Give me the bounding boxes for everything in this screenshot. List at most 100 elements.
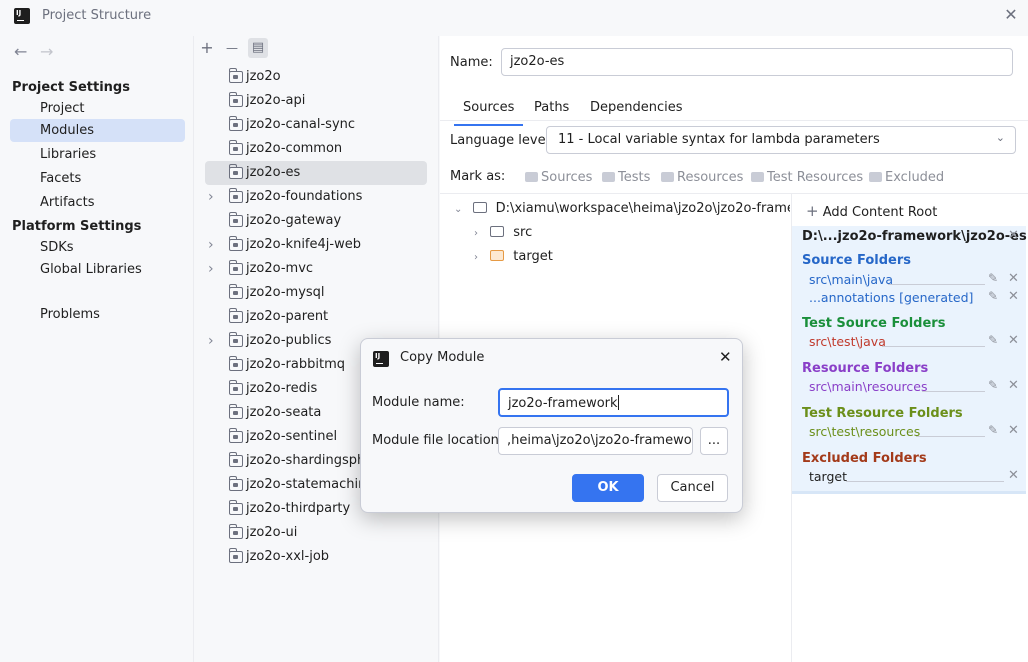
sidebar-item-libraries[interactable]: Libraries: [10, 143, 185, 166]
title-bar: IJ Project Structure ✕: [0, 0, 1028, 32]
language-level-value: 11 - Local variable syntax for lambda pa…: [558, 132, 880, 147]
module-item[interactable]: jzo2o-canal-sync: [205, 113, 427, 137]
mark-tests-button[interactable]: Tests: [602, 170, 650, 185]
tree-row-target[interactable]: › target: [474, 246, 553, 268]
module-item[interactable]: jzo2o-es: [205, 161, 427, 185]
module-item[interactable]: jzo2o-ui: [205, 521, 427, 545]
content-root-path: D:\...jzo2o-framework\jzo2o-es: [802, 229, 1027, 244]
window-title: Project Structure: [42, 8, 152, 23]
chevron-right-icon[interactable]: ›: [208, 329, 214, 353]
module-item[interactable]: jzo2o: [205, 65, 427, 89]
edit-pencil-icon[interactable]: ✎: [988, 271, 998, 285]
mark-test-resources-button[interactable]: Test Resources: [751, 170, 863, 185]
test-source-folder-path: src\test\java: [809, 334, 886, 349]
test-resource-folder-path: src\test\resources: [809, 424, 921, 439]
remove-folder-icon[interactable]: ✕: [1008, 289, 1019, 304]
tree-row-src[interactable]: › src: [474, 222, 532, 244]
module-item-label: jzo2o-shardingsphe: [246, 453, 374, 468]
edit-pencil-icon[interactable]: ✎: [988, 289, 998, 303]
sidebar-item-problems[interactable]: Problems: [10, 303, 185, 326]
module-name-input[interactable]: jzo2o-framework: [498, 388, 729, 417]
mark-as-divider: [440, 193, 1028, 194]
module-item[interactable]: › jzo2o-knife4j-web: [205, 233, 427, 257]
add-module-button[interactable]: +: [197, 38, 217, 58]
close-icon[interactable]: ✕: [1002, 6, 1020, 24]
module-location-input[interactable]: ,heima\jzo2o\jzo2o-framework: [498, 427, 693, 455]
module-folder-icon: [229, 212, 243, 227]
sidebar-item-sdks[interactable]: SDKs: [10, 236, 185, 259]
module-item-label: jzo2o-rabbitmq: [246, 357, 345, 372]
tab-paths[interactable]: Paths: [534, 97, 569, 119]
copy-module-button[interactable]: ▤: [248, 38, 268, 58]
language-level-dropdown[interactable]: 11 - Local variable syntax for lambda pa…: [546, 126, 1016, 154]
module-item[interactable]: › jzo2o-mvc: [205, 257, 427, 281]
mark-as-label: Mark as:: [450, 169, 506, 184]
module-item-label: jzo2o-mysql: [246, 285, 325, 300]
module-item[interactable]: jzo2o-api: [205, 89, 427, 113]
module-folder-icon: [229, 236, 243, 251]
excluded-folder-path: target: [809, 469, 848, 484]
add-content-root-button[interactable]: + Add Content Root: [806, 202, 937, 220]
module-item[interactable]: jzo2o-mysql: [205, 281, 427, 305]
module-item-label: jzo2o-foundations: [246, 189, 363, 204]
edit-pencil-icon[interactable]: ✎: [988, 378, 998, 392]
mark-resources-button[interactable]: Resources: [661, 170, 743, 185]
platform-settings-header: Platform Settings: [12, 219, 142, 234]
module-location-input-value: ,heima\jzo2o\jzo2o-framework: [507, 433, 693, 448]
browse-button[interactable]: ...: [700, 427, 728, 455]
sidebar-item-project[interactable]: Project: [10, 97, 185, 120]
tab-dependencies[interactable]: Dependencies: [590, 97, 683, 119]
remove-module-button[interactable]: —: [222, 38, 242, 58]
chevron-right-icon: ›: [474, 228, 478, 239]
module-folder-icon: [229, 140, 243, 155]
mark-sources-button[interactable]: Sources: [525, 170, 592, 185]
sidebar-item-global-libraries[interactable]: Global Libraries: [10, 258, 185, 281]
folder-icon: [472, 202, 487, 213]
tab-sources[interactable]: Sources: [453, 97, 524, 126]
edit-pencil-icon[interactable]: ✎: [988, 423, 998, 437]
remove-folder-icon[interactable]: ✕: [1008, 271, 1019, 286]
ok-button[interactable]: OK: [572, 474, 644, 502]
module-item-label: jzo2o-mvc: [246, 261, 314, 276]
tree-root-row[interactable]: ⌄ D:\xiamu\workspace\heima\jzo2o\jzo2o-f…: [454, 198, 790, 220]
remove-folder-icon[interactable]: ✕: [1008, 423, 1019, 438]
remove-folder-icon[interactable]: ✕: [1008, 468, 1019, 483]
sidebar-item-modules[interactable]: Modules: [10, 119, 185, 142]
module-folder-icon: [229, 332, 243, 347]
module-folder-icon: [229, 476, 243, 491]
chevron-right-icon[interactable]: ›: [208, 233, 214, 257]
excluded-folder-icon: [490, 250, 505, 261]
module-item[interactable]: jzo2o-gateway: [205, 209, 427, 233]
test-resource-folders-title: Test Resource Folders: [802, 406, 963, 421]
back-arrow-icon[interactable]: ←: [14, 42, 27, 61]
chevron-right-icon[interactable]: ›: [208, 257, 214, 281]
module-item[interactable]: jzo2o-common: [205, 137, 427, 161]
mark-excluded-button[interactable]: Excluded: [869, 170, 944, 185]
source-folder-path: ...annotations [generated]: [809, 290, 974, 305]
module-folder-icon: [229, 188, 243, 203]
module-item[interactable]: jzo2o-xxl-job: [205, 545, 427, 569]
module-item-label: jzo2o: [246, 69, 281, 84]
module-location-label: Module file location:: [372, 433, 504, 448]
remove-content-root-icon[interactable]: ✕: [1008, 228, 1019, 243]
project-settings-header: Project Settings: [12, 80, 130, 95]
module-item[interactable]: jzo2o-parent: [205, 305, 427, 329]
sidebar-item-artifacts[interactable]: Artifacts: [10, 191, 185, 214]
module-item[interactable]: › jzo2o-foundations: [205, 185, 427, 209]
folder-icon: [525, 172, 538, 182]
forward-arrow-icon[interactable]: →: [40, 42, 53, 61]
chevron-right-icon[interactable]: ›: [208, 185, 214, 209]
module-folder-icon: [229, 524, 243, 539]
module-folder-icon: [229, 452, 243, 467]
module-name-field[interactable]: jzo2o-es: [501, 48, 1013, 76]
remove-folder-icon[interactable]: ✕: [1008, 378, 1019, 393]
remove-folder-icon[interactable]: ✕: [1008, 333, 1019, 348]
module-folder-icon: [229, 164, 243, 179]
edit-pencil-icon[interactable]: ✎: [988, 333, 998, 347]
sidebar-item-facets[interactable]: Facets: [10, 167, 185, 190]
module-folder-icon: [229, 308, 243, 323]
module-item-label: jzo2o-seata: [246, 405, 322, 420]
cancel-button[interactable]: Cancel: [657, 474, 728, 502]
dialog-close-icon[interactable]: ✕: [719, 348, 732, 366]
folder-icon: [490, 226, 505, 237]
